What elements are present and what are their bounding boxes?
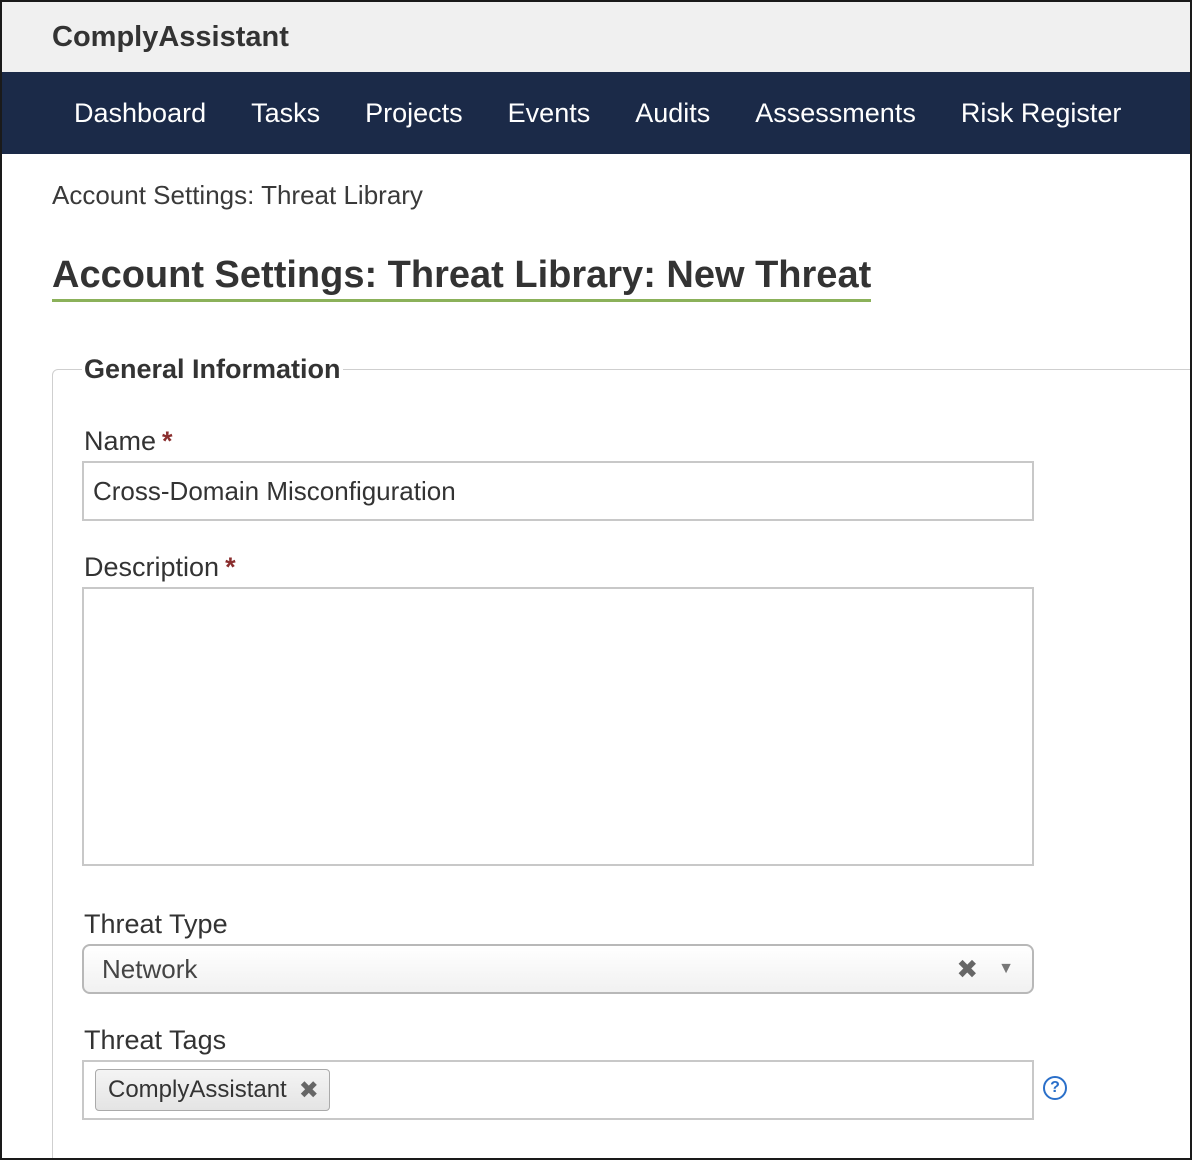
main-nav: Dashboard Tasks Projects Events Audits A…	[2, 72, 1190, 154]
close-icon[interactable]: ✖	[299, 1076, 319, 1105]
nav-item-audits[interactable]: Audits	[635, 98, 710, 129]
chevron-down-icon[interactable]: ▼	[998, 960, 1014, 978]
nav-item-assessments[interactable]: Assessments	[755, 98, 916, 129]
nav-item-tasks[interactable]: Tasks	[251, 98, 320, 129]
app-window: ComplyAssistant Dashboard Tasks Projects…	[0, 0, 1192, 1160]
description-textarea[interactable]	[82, 587, 1034, 866]
threat-type-value: Network	[102, 953, 198, 984]
tag-chip: ComplyAssistant ✖	[95, 1069, 330, 1111]
description-label: Description *	[84, 552, 236, 583]
fieldset-legend: General Information	[82, 354, 343, 385]
threat-tags-label: Threat Tags	[84, 1025, 227, 1055]
nav-item-events[interactable]: Events	[508, 98, 591, 129]
page-title: Account Settings: Threat Library: New Th…	[52, 254, 872, 302]
top-bar: ComplyAssistant	[2, 2, 1190, 72]
app-title: ComplyAssistant	[52, 20, 289, 53]
name-label-text: Name	[84, 426, 157, 456]
required-marker: *	[162, 426, 173, 456]
help-circle-icon[interactable]: ?	[1043, 1076, 1067, 1100]
nav-item-risk-register[interactable]: Risk Register	[961, 98, 1122, 129]
breadcrumb[interactable]: Account Settings: Threat Library	[52, 180, 423, 211]
nav-item-dashboard[interactable]: Dashboard	[74, 98, 206, 129]
description-label-text: Description	[84, 552, 220, 582]
required-marker: *	[225, 552, 236, 582]
name-label: Name *	[84, 426, 173, 457]
threat-tags-input[interactable]: ComplyAssistant ✖	[82, 1060, 1034, 1120]
name-input[interactable]	[82, 461, 1034, 521]
tag-label: ComplyAssistant	[108, 1076, 287, 1103]
threat-type-label: Threat Type	[84, 909, 228, 939]
close-icon[interactable]: ✖	[956, 954, 978, 985]
threat-type-select[interactable]: Network ✖ ▼	[82, 944, 1034, 994]
nav-item-projects[interactable]: Projects	[365, 98, 463, 129]
